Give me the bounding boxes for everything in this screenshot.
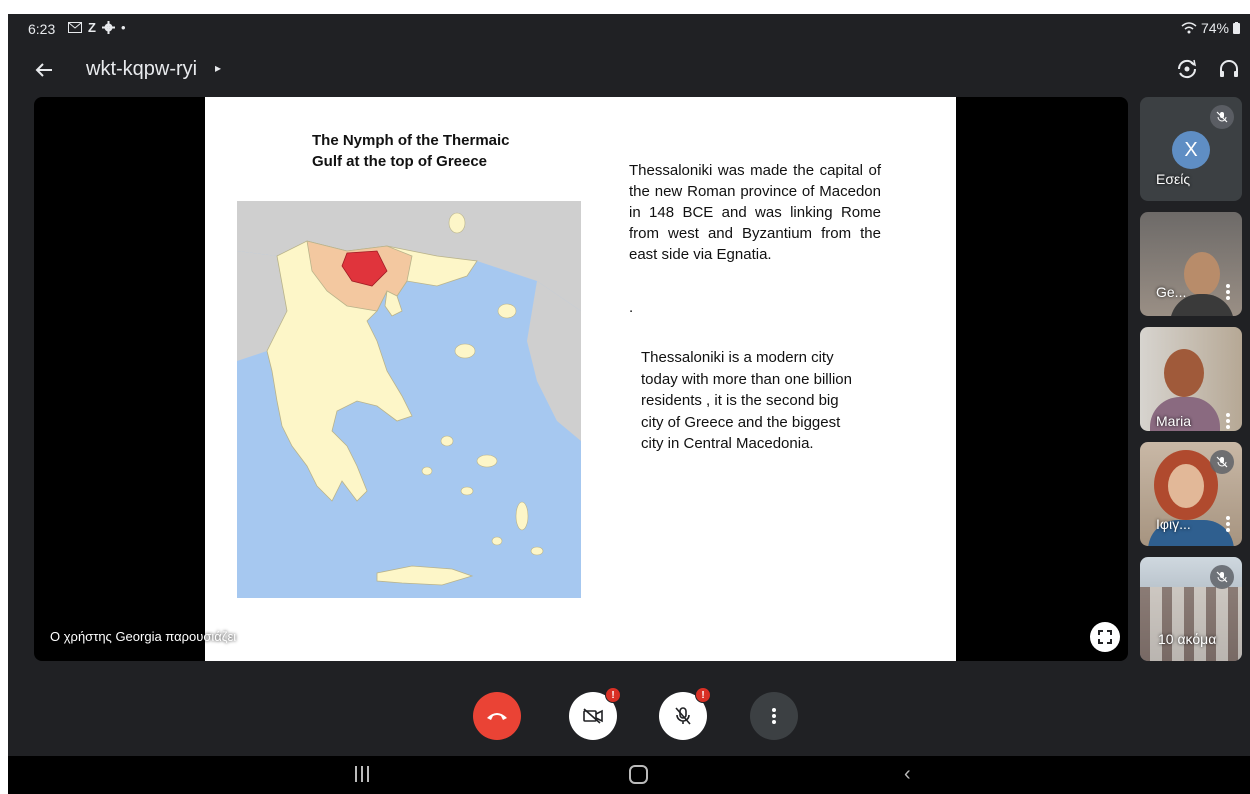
participant-video-face [1168, 464, 1204, 508]
participant-name: Maria [1156, 413, 1192, 429]
slide-title: The Nymph of the Thermaic Gulf at the to… [312, 132, 510, 170]
mic-off-icon [675, 707, 691, 725]
participant-tile-self[interactable]: X Εσείς [1140, 97, 1242, 201]
slide-paragraph-modern: Thessaloniki is a modern city today with… [641, 349, 852, 452]
mic-alert-badge: ! [695, 687, 711, 703]
avatar: X [1172, 131, 1210, 169]
participant-video [1184, 252, 1220, 296]
camera-alert-badge: ! [605, 687, 621, 703]
status-right: 74% [1181, 20, 1240, 36]
presenter-label: Ο χρήστης Georgia παρουσιάζει [50, 629, 237, 644]
status-bar: 6:23 Z • 74% [8, 14, 1250, 44]
switch-camera-icon[interactable] [1174, 56, 1200, 82]
status-icons: Z • [68, 20, 126, 35]
system-nav-bar: ‹ [8, 756, 1250, 794]
headphones-icon[interactable] [1216, 56, 1242, 82]
wifi-icon [1181, 22, 1197, 34]
participant-name: Ιφιγ... [1156, 516, 1191, 532]
meeting-header: wkt-kqpw-ryi ▸ [8, 50, 1250, 90]
mic-off-icon [1210, 105, 1234, 129]
end-call-button[interactable] [473, 692, 521, 740]
battery-percent: 74% [1200, 20, 1229, 36]
greece-map-graphic [237, 201, 581, 586]
recents-icon[interactable] [355, 766, 369, 782]
fullscreen-icon [1098, 630, 1112, 644]
participant-tile-ifig[interactable]: Ιφιγ... [1140, 442, 1242, 546]
participant-tile-ge[interactable]: Ge... [1140, 212, 1242, 316]
participant-name: Ge... [1156, 284, 1187, 300]
participant-tile-maria[interactable]: Maria [1140, 327, 1242, 431]
caret-right-icon[interactable]: ▸ [215, 61, 221, 75]
participant-name: Εσείς [1156, 171, 1191, 187]
back-arrow-icon[interactable] [30, 56, 58, 84]
battery-icon [1233, 22, 1240, 34]
home-icon[interactable] [629, 765, 648, 784]
more-options-button[interactable] [750, 692, 798, 740]
participant-tile-more[interactable]: 10 ακόμα [1140, 557, 1242, 661]
more-vert-icon[interactable] [1226, 413, 1230, 429]
fullscreen-button[interactable] [1090, 622, 1120, 652]
mic-toggle-button[interactable]: ! [659, 687, 711, 740]
slide-paragraph-history: Thessaloniki was made the capital of the… [629, 162, 881, 263]
dot-icon: • [120, 20, 126, 35]
meeting-code[interactable]: wkt-kqpw-ryi [86, 58, 197, 81]
presentation-stage: The Nymph of the Thermaic Gulf at the to… [34, 97, 1128, 661]
nav-back-icon[interactable]: ‹ [904, 763, 911, 786]
greece-map-image [237, 201, 581, 598]
more-vert-icon[interactable] [1226, 516, 1230, 532]
end-call-icon [487, 713, 507, 720]
more-participants-label: 10 ακόμα [1158, 631, 1217, 647]
camera-off-icon [583, 708, 603, 724]
meet-app: 6:23 Z • 74% wkt-kqpw-ryi ▸ The Nymph of… [8, 14, 1250, 794]
more-vert-icon[interactable] [1226, 284, 1230, 300]
more-vert-icon [772, 708, 776, 724]
status-time: 6:23 [28, 21, 56, 37]
mic-off-icon [1210, 565, 1234, 589]
settings-icon [101, 21, 115, 34]
camera-toggle-button[interactable]: ! [569, 687, 621, 740]
participant-video [1140, 587, 1242, 661]
slide-dot: . [629, 299, 634, 316]
gmail-icon [68, 22, 82, 33]
zoom-z-icon: Z [88, 20, 96, 35]
mic-off-icon [1210, 450, 1234, 474]
participant-video [1164, 349, 1204, 397]
shared-slide: The Nymph of the Thermaic Gulf at the to… [205, 97, 956, 661]
